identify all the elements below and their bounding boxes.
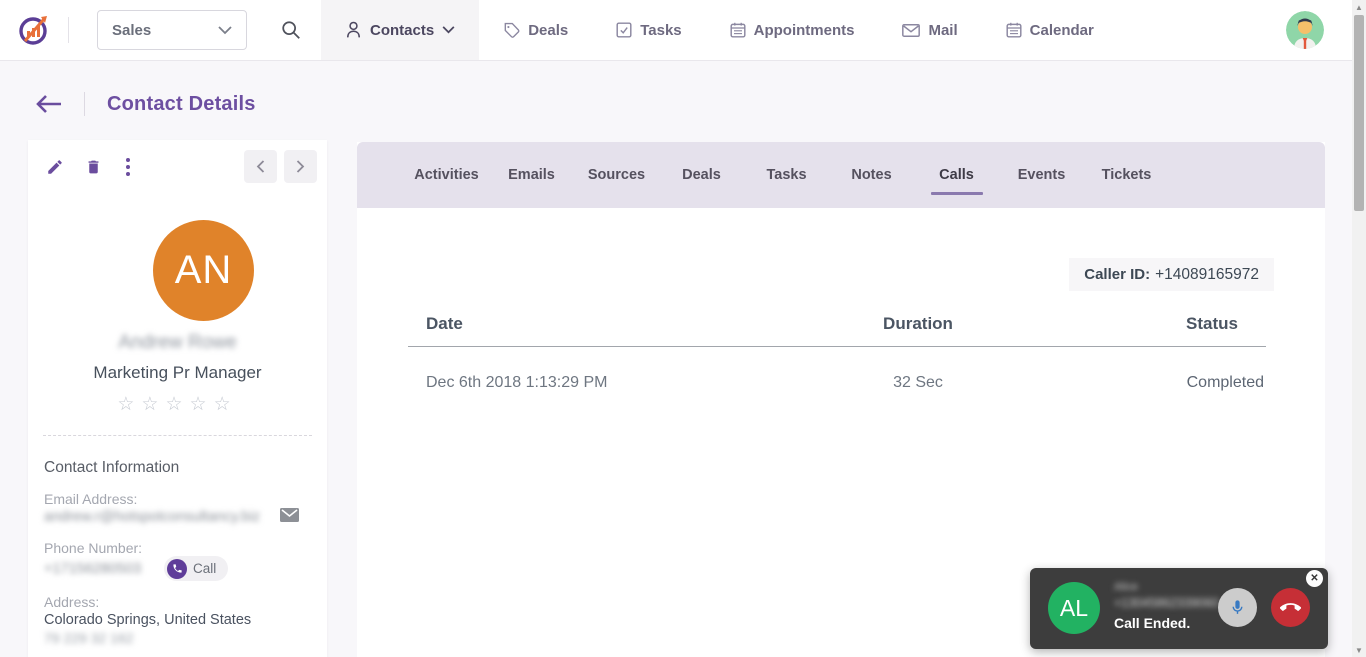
column-header-duration: Duration	[768, 314, 1068, 334]
contact-pager	[244, 150, 317, 183]
person-icon	[345, 21, 362, 39]
tab-tasks[interactable]: Tasks	[744, 142, 829, 208]
address-zip: 79 229 32 162	[44, 630, 134, 646]
divider	[68, 17, 69, 43]
nav-item-label: Mail	[928, 22, 957, 39]
nav-item-contacts[interactable]: Contacts	[321, 0, 479, 60]
call-button-label: Call	[193, 561, 216, 576]
table-row[interactable]: Dec 6th 2018 1:13:29 PM 32 Sec Completed	[408, 347, 1266, 419]
calendar-grid-icon	[730, 22, 746, 38]
tab-emails[interactable]: Emails	[489, 142, 574, 208]
nav-item-appointments[interactable]: Appointments	[706, 0, 879, 60]
close-icon[interactable]: ✕	[1306, 570, 1323, 587]
page-title: Contact Details	[107, 93, 256, 116]
tab-calls[interactable]: Calls	[914, 142, 999, 208]
address-city: Colorado Springs, United States	[44, 612, 251, 628]
tab-deals[interactable]: Deals	[659, 142, 744, 208]
phone-value: +17156280503	[44, 561, 141, 577]
call-date: Dec 6th 2018 1:13:29 PM	[408, 374, 708, 392]
scrollbar-thumb[interactable]	[1354, 15, 1364, 211]
nav-item-label: Tasks	[640, 22, 681, 39]
envelope-icon	[902, 23, 920, 38]
nav-item-tasks[interactable]: Tasks	[592, 0, 705, 60]
tag-icon	[503, 22, 520, 39]
workspace-dropdown[interactable]: Sales	[97, 10, 247, 50]
contact-initials-avatar: AN	[153, 220, 254, 321]
nav-item-calendar[interactable]: Calendar	[982, 0, 1118, 60]
caller-initials-avatar: AL	[1048, 582, 1100, 634]
top-navbar: Sales Contacts Deals Tasks	[0, 0, 1352, 61]
nav-item-label: Contacts	[370, 22, 434, 39]
call-status: Completed	[1068, 374, 1266, 392]
scroll-down-arrow-icon[interactable]: ▼	[1352, 643, 1366, 657]
detail-tabbar: Activities Emails Sources Deals Tasks No…	[357, 142, 1325, 208]
delete-trash-icon[interactable]	[82, 156, 104, 178]
caller-id-value: +14089165972	[1155, 266, 1259, 284]
contact-job-title: Marketing Pr Manager	[28, 363, 327, 383]
column-header-status: Status	[1068, 314, 1266, 334]
scroll-up-arrow-icon[interactable]: ▲	[1352, 0, 1366, 14]
phone-label: Phone Number:	[44, 540, 142, 556]
nav-item-label: Appointments	[754, 22, 855, 39]
tab-sources[interactable]: Sources	[574, 142, 659, 208]
column-header-date: Date	[408, 314, 708, 334]
tab-events[interactable]: Events	[999, 142, 1084, 208]
tab-tickets[interactable]: Tickets	[1084, 142, 1169, 208]
calendar-grid-icon	[1006, 22, 1022, 38]
app-logo-icon[interactable]	[14, 10, 54, 50]
nav-item-label: Calendar	[1030, 22, 1094, 39]
email-label: Email Address:	[44, 491, 137, 507]
mute-microphone-button[interactable]	[1218, 588, 1257, 627]
next-contact-button[interactable]	[284, 150, 317, 183]
star-icon[interactable]: ☆	[165, 394, 189, 415]
star-icon[interactable]: ☆	[190, 394, 214, 415]
star-icon[interactable]: ☆	[214, 394, 238, 415]
nav-item-label: Deals	[528, 22, 568, 39]
workspace-dropdown-value: Sales	[112, 22, 151, 39]
previous-contact-button[interactable]	[244, 150, 277, 183]
calls-table-header: Date Duration Status	[408, 302, 1266, 346]
primary-nav: Contacts Deals Tasks Appointments	[321, 0, 1118, 60]
caller-name: Alice	[1114, 581, 1234, 593]
call-status-text: Call Ended.	[1114, 615, 1234, 631]
nav-item-mail[interactable]: Mail	[878, 0, 981, 60]
call-button[interactable]: Call	[164, 556, 228, 581]
phone-icon	[167, 559, 187, 579]
page-header: Contact Details	[0, 84, 256, 124]
caller-number: +13045862339060	[1114, 596, 1234, 610]
chevron-down-icon	[442, 26, 455, 34]
star-icon[interactable]: ☆	[141, 394, 165, 415]
send-email-icon[interactable]	[280, 508, 299, 522]
star-rating[interactable]: ☆☆☆☆☆	[28, 393, 327, 416]
contact-name: Andrew Rowe	[28, 332, 327, 354]
caller-id-badge: Caller ID: +14089165972	[1069, 258, 1274, 291]
tab-activities[interactable]: Activities	[404, 142, 489, 208]
chevron-down-icon	[218, 26, 232, 35]
back-arrow-icon[interactable]	[34, 94, 62, 114]
star-icon[interactable]: ☆	[117, 394, 141, 415]
nav-item-deals[interactable]: Deals	[479, 0, 592, 60]
caller-id-label: Caller ID:	[1084, 266, 1150, 283]
divider	[84, 92, 85, 116]
search-icon[interactable]	[273, 12, 309, 48]
contact-info-section-title: Contact Information	[44, 459, 179, 477]
tab-notes[interactable]: Notes	[829, 142, 914, 208]
address-label: Address:	[44, 594, 99, 610]
contact-toolbar	[44, 156, 136, 178]
call-duration: 32 Sec	[768, 374, 1068, 392]
hang-up-button[interactable]	[1271, 588, 1310, 627]
edit-pencil-icon[interactable]	[44, 156, 66, 178]
contact-card: AN Andrew Rowe Marketing Pr Manager ☆☆☆☆…	[28, 140, 327, 657]
calls-table: Date Duration Status Dec 6th 2018 1:13:2…	[408, 302, 1266, 419]
email-value: andrew.r@hotspotconsultancy.biz	[44, 509, 260, 525]
browser-scrollbar[interactable]: ▲ ▼	[1352, 0, 1366, 657]
call-widget: AL Alice +13045862339060 Call Ended. ✕	[1030, 568, 1328, 649]
user-avatar[interactable]	[1286, 11, 1324, 49]
more-options-kebab-icon[interactable]	[120, 156, 136, 178]
divider	[43, 435, 312, 436]
task-check-icon	[616, 22, 632, 38]
caller-info: Alice +13045862339060 Call Ended.	[1114, 581, 1234, 631]
